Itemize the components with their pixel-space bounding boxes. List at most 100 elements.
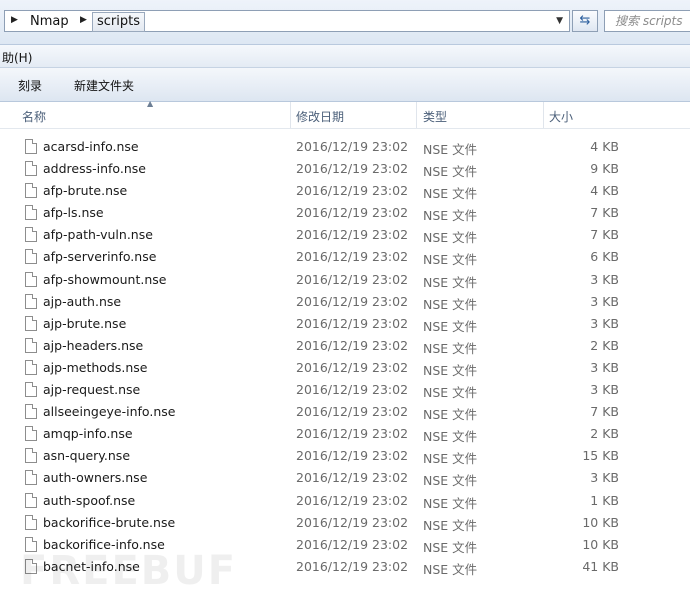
file-modified: 2016/12/19 23:02 bbox=[296, 337, 409, 353]
file-size: 7 KB bbox=[590, 404, 619, 420]
file-type: NSE 文件 bbox=[423, 385, 478, 401]
column-type[interactable]: 类型 bbox=[423, 108, 447, 125]
file-modified: 2016/12/19 23:02 bbox=[296, 470, 409, 486]
file-name: afp-ls.nse bbox=[43, 205, 104, 221]
file-row[interactable]: auth-owners.nse 2016/12/19 23:02 NSE 文件 3 K… bbox=[0, 467, 690, 489]
file-modified: 2016/12/19 23:02 bbox=[296, 404, 409, 420]
file-row[interactable]: allseeingeye-info.nse 2016/12/19 23:02 NSE… bbox=[0, 401, 690, 423]
file-icon bbox=[25, 514, 37, 530]
file-row[interactable]: asn-query.nse 2016/12/19 23:02 NSE 文件 15 KB bbox=[0, 445, 690, 467]
file-icon bbox=[25, 492, 37, 508]
breadcrumb-nmap[interactable]: Nmap bbox=[30, 14, 69, 29]
column-header: ▲ 名称 修改日期 类型 大小 bbox=[0, 99, 690, 129]
file-row[interactable]: afp-serverinfo.nse 2016/12/19 23:02 NSE 文件… bbox=[0, 246, 690, 268]
file-row[interactable]: auth-spoof.nse 2016/12/19 23:02 NSE 文件 1 KB bbox=[0, 490, 690, 512]
file-row[interactable]: backorifice-info.nse 2016/12/19 23:02 NSE … bbox=[0, 534, 690, 556]
file-size: 6 KB bbox=[590, 249, 619, 265]
file-row[interactable]: afp-ls.nse 2016/12/19 23:02 NSE 文件 7 KB bbox=[0, 202, 690, 224]
address-bar[interactable]: ▶ Nmap ▶ scripts ▼ bbox=[4, 10, 570, 32]
file-name: afp-brute.nse bbox=[43, 183, 128, 199]
file-icon bbox=[25, 470, 37, 486]
breadcrumb-arrow-icon[interactable]: ▶ bbox=[80, 15, 87, 25]
file-icon bbox=[25, 558, 37, 574]
file-name: amqp-info.nse bbox=[43, 426, 133, 442]
column-size[interactable]: 大小 bbox=[549, 108, 573, 125]
file-name: ajp-brute.nse bbox=[43, 315, 127, 331]
menu-help[interactable]: 助(H) bbox=[2, 49, 32, 66]
file-name: afp-serverinfo.nse bbox=[43, 249, 157, 265]
search-input[interactable]: 搜索 scripts bbox=[604, 10, 690, 32]
file-size: 3 KB bbox=[590, 359, 619, 375]
file-name: backorifice-info.nse bbox=[43, 536, 165, 552]
file-size: 2 KB bbox=[590, 337, 619, 353]
file-modified: 2016/12/19 23:02 bbox=[296, 315, 409, 331]
file-row[interactable]: afp-brute.nse 2016/12/19 23:02 NSE 文件 4 KB bbox=[0, 180, 690, 202]
column-modified[interactable]: 修改日期 bbox=[296, 108, 344, 125]
file-name: afp-showmount.nse bbox=[43, 271, 167, 287]
file-modified: 2016/12/19 23:02 bbox=[296, 448, 409, 464]
file-modified: 2016/12/19 23:02 bbox=[296, 271, 409, 287]
file-size: 7 KB bbox=[590, 227, 619, 243]
file-row[interactable]: ajp-request.nse 2016/12/19 23:02 NSE 文件 3 K… bbox=[0, 379, 690, 401]
file-type: NSE 文件 bbox=[423, 473, 478, 489]
new-folder-button[interactable]: 新建文件夹 bbox=[74, 77, 134, 94]
file-row[interactable]: backorifice-brute.nse 2016/12/19 23:02 NSE… bbox=[0, 512, 690, 534]
file-modified: 2016/12/19 23:02 bbox=[296, 183, 409, 199]
file-size: 15 KB bbox=[582, 448, 619, 464]
file-name: allseeingeye-info.nse bbox=[43, 404, 176, 420]
file-icon bbox=[25, 205, 37, 221]
file-row[interactable]: bacnet-info.nse 2016/12/19 23:02 NSE 文件 41 … bbox=[0, 556, 690, 578]
file-type: NSE 文件 bbox=[423, 340, 478, 356]
menu-bar: 助(H) bbox=[0, 45, 690, 68]
file-row[interactable]: ajp-methods.nse 2016/12/19 23:02 NSE 文件 3 K… bbox=[0, 357, 690, 379]
file-row[interactable]: afp-showmount.nse 2016/12/19 23:02 NSE 文件 3… bbox=[0, 269, 690, 291]
file-size: 7 KB bbox=[590, 205, 619, 221]
file-row[interactable]: address-info.nse 2016/12/19 23:02 NSE 文件 9 … bbox=[0, 158, 690, 180]
file-modified: 2016/12/19 23:02 bbox=[296, 536, 409, 552]
file-row[interactable]: ajp-headers.nse 2016/12/19 23:02 NSE 文件 2 K… bbox=[0, 335, 690, 357]
file-modified: 2016/12/19 23:02 bbox=[296, 426, 409, 442]
file-type: NSE 文件 bbox=[423, 451, 478, 467]
chevron-down-icon[interactable]: ▼ bbox=[556, 16, 563, 26]
file-row[interactable]: amqp-info.nse 2016/12/19 23:02 NSE 文件 2 KB bbox=[0, 423, 690, 445]
file-type: NSE 文件 bbox=[423, 296, 478, 312]
file-type: NSE 文件 bbox=[423, 539, 478, 555]
file-size: 3 KB bbox=[590, 470, 619, 486]
file-row[interactable]: ajp-brute.nse 2016/12/19 23:02 NSE 文件 3 KB bbox=[0, 313, 690, 335]
breadcrumb-scripts[interactable]: scripts bbox=[92, 12, 145, 32]
file-size: 9 KB bbox=[590, 161, 619, 177]
command-bar: 刻录 新建文件夹 bbox=[0, 68, 690, 102]
file-size: 3 KB bbox=[590, 382, 619, 398]
file-name: auth-owners.nse bbox=[43, 470, 148, 486]
file-type: NSE 文件 bbox=[423, 362, 478, 378]
file-row[interactable]: acarsd-info.nse 2016/12/19 23:02 NSE 文件 4 K… bbox=[0, 136, 690, 158]
refresh-button[interactable]: ⇆ bbox=[572, 10, 598, 32]
column-divider[interactable] bbox=[416, 102, 417, 128]
file-type: NSE 文件 bbox=[423, 495, 478, 511]
file-list: acarsd-info.nse 2016/12/19 23:02 NSE 文件 4 K… bbox=[0, 136, 690, 578]
file-icon bbox=[25, 359, 37, 375]
file-row[interactable]: afp-path-vuln.nse 2016/12/19 23:02 NSE 文件 7… bbox=[0, 224, 690, 246]
file-name: backorifice-brute.nse bbox=[43, 514, 176, 530]
address-bar-row: ▶ Nmap ▶ scripts ▼ ⇆ 搜索 scripts bbox=[0, 0, 690, 45]
file-type: NSE 文件 bbox=[423, 517, 478, 533]
breadcrumb-arrow-icon[interactable]: ▶ bbox=[11, 15, 18, 25]
file-type: NSE 文件 bbox=[423, 274, 478, 290]
file-name: bacnet-info.nse bbox=[43, 558, 140, 574]
file-modified: 2016/12/19 23:02 bbox=[296, 249, 409, 265]
file-type: NSE 文件 bbox=[423, 429, 478, 445]
column-divider[interactable] bbox=[290, 102, 291, 128]
file-name: ajp-methods.nse bbox=[43, 359, 148, 375]
burn-button[interactable]: 刻录 bbox=[18, 77, 42, 94]
file-name: address-info.nse bbox=[43, 161, 146, 177]
file-modified: 2016/12/19 23:02 bbox=[296, 161, 409, 177]
column-divider[interactable] bbox=[543, 102, 544, 128]
file-size: 10 KB bbox=[582, 514, 619, 530]
column-name[interactable]: 名称 bbox=[22, 108, 46, 125]
file-row[interactable]: ajp-auth.nse 2016/12/19 23:02 NSE 文件 3 KB bbox=[0, 291, 690, 313]
file-name: acarsd-info.nse bbox=[43, 139, 139, 154]
file-size: 3 KB bbox=[590, 271, 619, 287]
file-size: 3 KB bbox=[590, 315, 619, 331]
file-size: 3 KB bbox=[590, 293, 619, 309]
file-name: ajp-auth.nse bbox=[43, 293, 122, 309]
